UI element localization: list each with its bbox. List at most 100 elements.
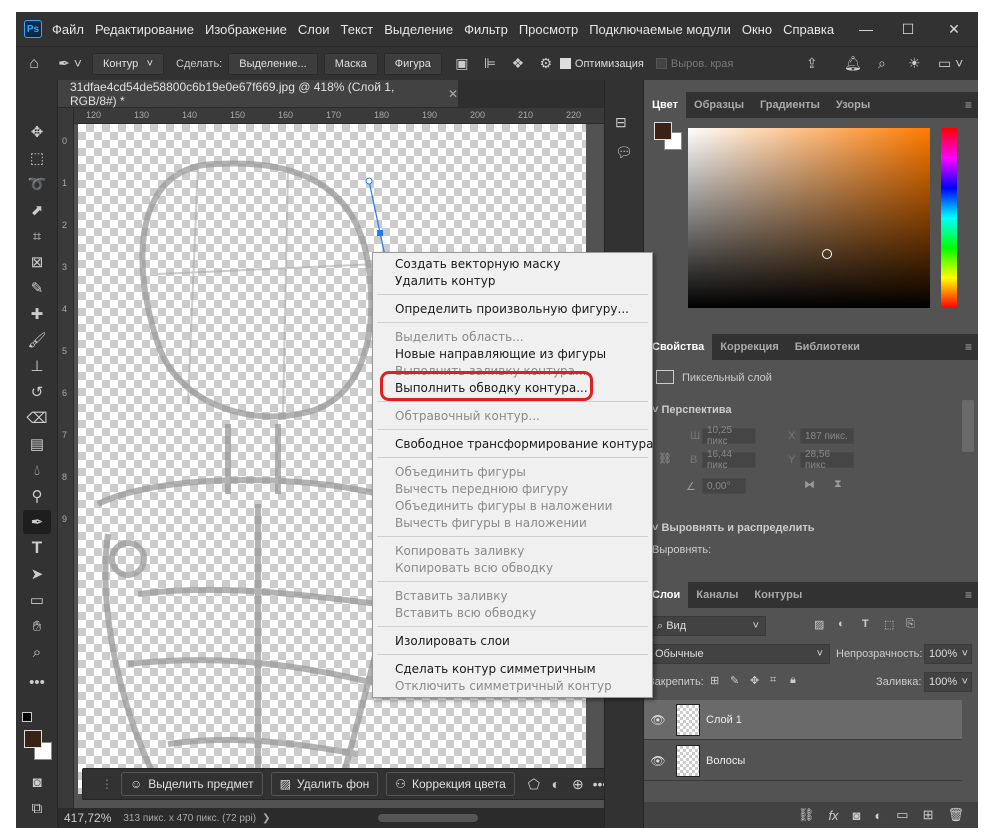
maximize-button[interactable]: ☐ — [888, 12, 928, 46]
tab-paths[interactable]: Контуры — [746, 582, 810, 608]
tab-color[interactable]: Цвет — [644, 92, 687, 118]
tab-swatches[interactable]: Образцы — [686, 92, 752, 118]
foreground-color-swatch[interactable] — [24, 730, 42, 748]
status-arrow-icon[interactable]: ❯ — [262, 813, 270, 824]
menu-item-delete-path[interactable]: Удалить контур — [395, 274, 495, 288]
filter-adjust-icon[interactable]: ◐ — [838, 618, 845, 630]
healing-brush-tool-icon[interactable]: ✚ — [23, 302, 51, 326]
menu-layers[interactable]: Слои — [298, 22, 330, 37]
color-field[interactable] — [688, 128, 930, 308]
filter-smart-icon[interactable]: ⎘ — [906, 618, 915, 631]
fg-swatch[interactable] — [654, 122, 672, 140]
frame-tool-icon[interactable]: ⊠ — [23, 250, 51, 274]
panel-menu-icon[interactable]: ≡ — [965, 588, 972, 602]
angle-field[interactable]: 0,00° — [702, 478, 746, 494]
remove-background-button[interactable]: ▨ Удалить фон — [270, 772, 379, 796]
contrast-icon[interactable]: ◐ — [545, 776, 567, 792]
add-mask-icon[interactable]: ◙ — [853, 808, 861, 823]
bell-icon[interactable]: 🔔︎ — [844, 55, 862, 72]
opacity-field[interactable]: 100% ˅ — [924, 644, 972, 664]
tab-patterns[interactable]: Узоры — [828, 92, 878, 118]
menu-item-isolate-layers[interactable]: Изолировать слои — [395, 634, 510, 648]
lock-paint-icon[interactable]: ✎ — [730, 674, 739, 687]
comments-panel-icon[interactable]: 💬︎ — [615, 144, 633, 161]
gear-icon[interactable]: ⚙ — [532, 55, 560, 72]
screen-mode-icon[interactable]: ⧉ — [23, 796, 51, 820]
select-subject-button[interactable]: ☺ Выделить предмет — [121, 772, 263, 796]
align-edges-checkbox[interactable] — [655, 58, 667, 69]
panel-menu-icon[interactable]: ≡ — [965, 98, 972, 112]
layer-row[interactable]: 👁︎ Волосы — [644, 741, 962, 781]
lasso-tool-icon[interactable]: ➰ — [23, 172, 51, 196]
link-layers-icon[interactable]: ⛓ — [798, 807, 815, 823]
layer-row[interactable]: 👁︎ Слой 1 — [644, 700, 962, 740]
filter-type-icon[interactable]: T — [862, 618, 869, 630]
transform-icon[interactable]: ⬠ — [523, 776, 545, 793]
menu-help[interactable]: Справка — [783, 22, 834, 37]
lock-all-icon[interactable]: 🔒︎ — [790, 674, 796, 687]
x-field[interactable]: 187 пикс. — [800, 428, 854, 444]
tab-gradients[interactable]: Градиенты — [752, 92, 828, 118]
path-select-tool-icon[interactable]: ➤ — [23, 562, 51, 586]
document-tab[interactable]: 31dfae4cd54de58800c6b19e0e67f669.jpg @ 4… — [58, 80, 458, 108]
menu-item-new-guides-from-shape[interactable]: Новые направляющие из фигуры — [395, 347, 606, 361]
minimize-button[interactable]: — — [846, 12, 886, 46]
menu-edit[interactable]: Редактирование — [95, 22, 194, 37]
menu-item-make-symmetry-path[interactable]: Сделать контур симметричным — [395, 662, 596, 676]
color-correction-button[interactable]: ⚇ Коррекция цвета — [386, 772, 515, 796]
gradient-tool-icon[interactable]: ▤ — [23, 432, 51, 456]
link-icon[interactable]: ⛓ — [658, 452, 672, 465]
menu-item-create-vector-mask[interactable]: Создать векторную маску — [395, 257, 561, 271]
menu-window[interactable]: Окно — [742, 22, 772, 37]
close-button[interactable]: ✕ — [934, 12, 974, 46]
pen-tool-icon[interactable]: ✒ — [23, 510, 51, 534]
make-mask-button[interactable]: Маска — [323, 52, 378, 75]
make-selection-button[interactable]: Выделение... — [228, 52, 318, 75]
lock-transparency-icon[interactable]: ⊞ — [710, 674, 719, 687]
pen-tool-icon[interactable]: ✒ ˅ — [52, 55, 88, 72]
more-tools-icon[interactable]: ••• — [23, 670, 51, 694]
close-tab-icon[interactable]: ✕ — [448, 87, 458, 101]
menu-item-define-custom-shape[interactable]: Определить произвольную фигуру... — [395, 302, 629, 316]
lock-artboard-icon[interactable]: ⌗ — [770, 674, 776, 687]
eyedropper-tool-icon[interactable]: ✎ — [23, 276, 51, 300]
workspace-icon[interactable]: ▭ ˅ — [938, 55, 963, 72]
menu-plugins[interactable]: Подключаемые модули — [589, 22, 731, 37]
object-select-tool-icon[interactable]: ⬈ — [23, 198, 51, 222]
blend-mode-select[interactable]: Обычные ˅ — [648, 644, 830, 664]
align-section-title[interactable]: ˅ Выровнять и распределить — [652, 522, 815, 534]
menu-filter[interactable]: Фильтр — [464, 22, 508, 37]
lock-position-icon[interactable]: ✥ — [750, 674, 759, 687]
path-operations-icon[interactable]: ▣ — [448, 55, 476, 72]
discover-icon[interactable]: ☀ — [908, 55, 921, 72]
horizontal-scrollbar[interactable] — [378, 814, 478, 822]
drag-handle-icon[interactable]: ⋮ — [101, 777, 113, 791]
stamp-tool-icon[interactable]: ⊥ — [23, 354, 51, 378]
menu-select[interactable]: Выделение — [384, 22, 453, 37]
blur-tool-icon[interactable]: 💧︎ — [23, 458, 51, 482]
panel-menu-icon[interactable]: ≡ — [965, 340, 972, 354]
add-icon[interactable]: ⊕ — [567, 776, 589, 793]
make-shape-button[interactable]: Фигура — [383, 52, 442, 75]
path-arrangement-icon[interactable]: ❖ — [504, 55, 532, 72]
fill-field[interactable]: 100% ˅ — [924, 672, 972, 692]
move-tool-icon[interactable]: ✥ — [23, 120, 51, 144]
group-icon[interactable]: ▭ — [896, 807, 908, 823]
zoom-level[interactable]: 417,72% — [64, 811, 111, 825]
tab-adjustments[interactable]: Коррекция — [712, 334, 786, 360]
layer-name[interactable]: Слой 1 — [706, 714, 742, 726]
height-field[interactable]: 16,44 пикс — [702, 449, 756, 471]
layer-name[interactable]: Волосы — [706, 755, 745, 767]
eye-icon[interactable]: 👁︎ — [644, 713, 672, 727]
hue-slider[interactable] — [941, 128, 957, 308]
mode-select[interactable]: Контур ˅ — [92, 52, 164, 75]
menu-file[interactable]: Файл — [52, 22, 84, 37]
menu-item-free-transform-path[interactable]: Свободное трансформирование контура — [395, 437, 653, 451]
perspective-section-title[interactable]: ˅ Перспектива — [652, 404, 732, 416]
tab-channels[interactable]: Каналы — [688, 582, 746, 608]
filter-shape-icon[interactable]: ⬚ — [884, 618, 894, 631]
crop-tool-icon[interactable]: ⌗ — [23, 224, 51, 248]
dodge-tool-icon[interactable]: ⚲ — [23, 484, 51, 508]
layer-filter-select[interactable]: ⌕ Вид ˅ — [650, 616, 766, 636]
tab-libraries[interactable]: Библиотеки — [787, 334, 868, 360]
